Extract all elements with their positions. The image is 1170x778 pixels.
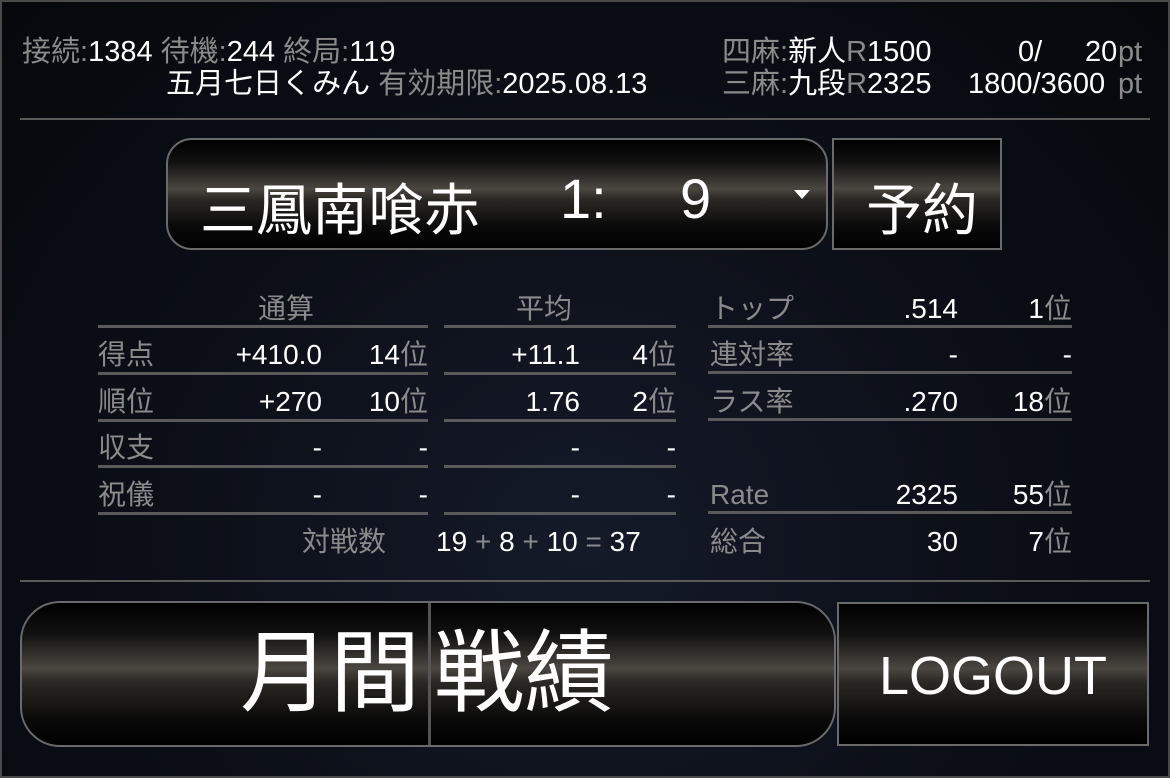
underline [444, 419, 676, 422]
underline [98, 419, 428, 422]
col-total-header: 通算 [258, 293, 315, 324]
expire-date: 2025.08.13 [502, 68, 648, 100]
logout-label: LOGOUT [879, 646, 1108, 706]
stat-total-value: +410.0 [235, 339, 322, 370]
col-avg-header: 平均 [516, 293, 573, 324]
stat-right-rank: - [1062, 339, 1072, 370]
stat-row-label: 収支 [98, 432, 155, 463]
underline [708, 371, 1072, 374]
reserve-label: 予約 [866, 179, 978, 242]
monthly-label-right: 戦績 [434, 624, 614, 724]
button-divider [428, 603, 431, 745]
underline [838, 418, 1072, 421]
monthly-label-left: 月間 [240, 624, 420, 724]
account-info: 五月七日くみん 有効期限:2025.08.13 [166, 68, 648, 100]
stat-total-value: - [312, 432, 322, 463]
underline [708, 325, 1072, 328]
underline [708, 418, 838, 421]
stat-right-value: 2325 [895, 479, 958, 510]
stat-right-rank: 55位 [1012, 479, 1072, 510]
stat-total-value: +270 [258, 386, 322, 417]
underline [444, 512, 676, 515]
underline [98, 325, 428, 328]
stat-avg-value: 1.76 [525, 386, 581, 417]
stat-right-label: 総合 [710, 526, 767, 557]
games-count: 19 + 8 + 10 = 37 [436, 526, 641, 557]
rank-suffix: 位 [647, 339, 676, 370]
underline [98, 372, 428, 375]
stat-row-label: 祝儀 [98, 479, 155, 510]
header-separator [20, 118, 1150, 120]
stat-row-label: 順位 [98, 386, 155, 417]
stat-avg-value: - [570, 479, 580, 510]
stat-row-label: 得点 [98, 339, 155, 370]
stat-total-rank: 10位 [368, 386, 428, 417]
stat-avg-rank: 2位 [632, 386, 676, 417]
underline [444, 465, 676, 468]
stat-total-rank: - [418, 479, 428, 510]
rank-suffix: 位 [399, 386, 428, 417]
stats-separator [20, 580, 1150, 582]
chevron-down-icon [794, 190, 810, 199]
stat-total-rank: - [418, 432, 428, 463]
stat-right-rank: 1位 [1028, 293, 1072, 324]
stat-right-rank: 18位 [1012, 386, 1072, 417]
rank-suffix: 位 [1043, 386, 1072, 417]
rank-suffix: 位 [1043, 479, 1072, 510]
stat-right-label: ラス率 [710, 386, 794, 417]
four-player-rank: 四麻:新人R1500 0/ 20 pt [722, 36, 1143, 68]
three-player-rank: 三麻:九段R2325 1800/3600 pt [722, 68, 1143, 100]
time-value: 9 [680, 167, 712, 230]
monthly-results-button[interactable]: 月間 戦績 [20, 601, 836, 747]
underline [98, 512, 428, 515]
stat-total-rank: 14位 [368, 339, 428, 370]
underline [444, 325, 676, 328]
rule-label: 三鳳南喰赤 [200, 179, 480, 242]
underline [708, 511, 1072, 514]
games-label: 対戦数 [302, 526, 387, 557]
reserve-button[interactable]: 予約 [832, 138, 1002, 250]
stat-total-value: - [312, 479, 322, 510]
stat-right-value: - [948, 339, 958, 370]
rank-suffix: 位 [647, 386, 676, 417]
stat-avg-value: +11.1 [511, 339, 580, 370]
underline [98, 465, 428, 468]
rank-suffix: 位 [399, 339, 428, 370]
rank-suffix: 位 [1043, 293, 1072, 324]
underline [444, 372, 676, 375]
time-label: 1: [560, 167, 607, 230]
stat-right-label: 連対率 [710, 339, 795, 370]
stat-right-value: 30 [926, 526, 958, 557]
user-name: 五月七日くみん [166, 68, 371, 100]
stat-avg-rank: - [666, 432, 676, 463]
stat-right-label: Rate [710, 479, 770, 510]
stat-avg-rank: 4位 [632, 339, 676, 370]
rank-suffix: 位 [1043, 526, 1072, 557]
server-status: 接続:1384 待機:244 終局:119 [22, 36, 396, 68]
stat-right-value: .270 [903, 386, 959, 417]
stat-right-rank: 7位 [1028, 526, 1072, 557]
rule-select[interactable]: 三鳳南喰赤 1: 9 [166, 138, 828, 250]
stat-avg-rank: - [666, 479, 676, 510]
stat-right-label: トップ [710, 293, 795, 324]
stat-avg-value: - [570, 432, 580, 463]
logout-button[interactable]: LOGOUT [837, 602, 1149, 746]
stat-right-value: .514 [903, 293, 959, 324]
